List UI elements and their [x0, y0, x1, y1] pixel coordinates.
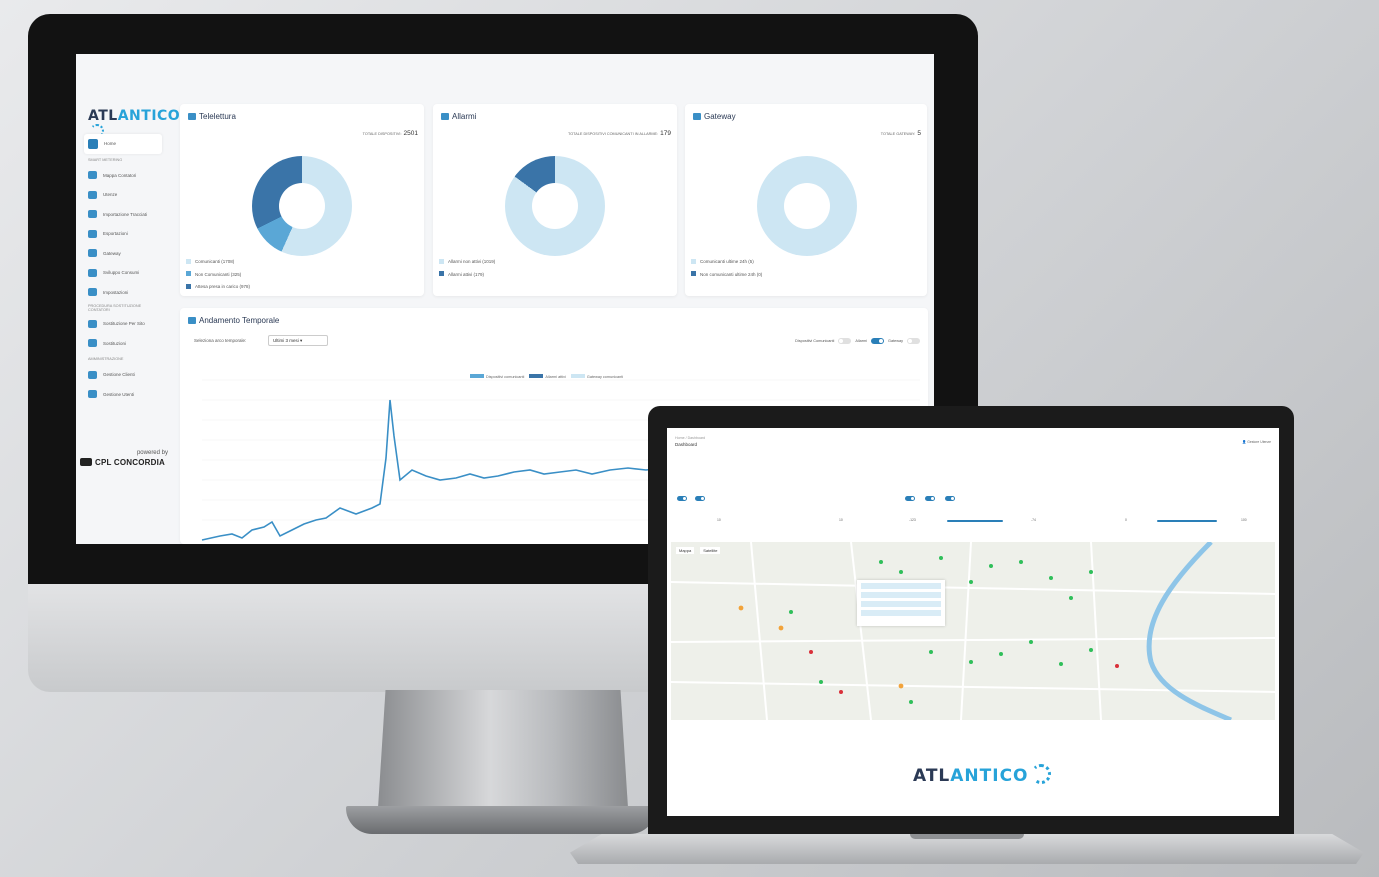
series-line: [201, 399, 681, 541]
map-canvas: [671, 542, 1275, 720]
legend: Allarmi non attivi (1019) Allarmi attivi…: [439, 256, 495, 281]
map-filters: 10 10 -123 -74 0 100: [675, 496, 1271, 526]
legend: Comunicanti (1708) Non Comunicanti (325)…: [186, 256, 250, 294]
user-menu[interactable]: 👤 Gestore Utenze: [1242, 440, 1271, 444]
toggle-group-right: [905, 496, 955, 501]
sidebar-item-esportazioni[interactable]: Esportazioni: [84, 224, 162, 244]
sidebar-nav: Home SMART METERING Mappa Contatori Uten…: [84, 134, 162, 404]
card-gateway: Gateway TOTALE GATEWAY: 5 Comunicanti ult…: [685, 104, 927, 296]
page-title: Dashboard: [675, 442, 698, 447]
gateway-icon: [88, 249, 97, 258]
sidebar-item-sviluppo-consumi[interactable]: Sviluppo Consumi: [84, 263, 162, 283]
card-title: Allarmi: [441, 112, 476, 121]
gear-icon: [88, 288, 97, 297]
card-title: Gateway: [693, 112, 736, 121]
legend-item[interactable]: Non comunicanti ultime 24h (0): [691, 269, 762, 282]
breadcrumb[interactable]: Home / Dashboard: [675, 436, 705, 440]
list-icon: [88, 339, 97, 348]
sidebar-item-gestione-utenti[interactable]: Gestione Utenti: [84, 385, 162, 405]
home-icon: [88, 138, 98, 149]
map-view[interactable]: Mappa Satellite: [671, 542, 1275, 720]
nav-section-smart-metering: SMART METERING: [88, 157, 123, 162]
sidebar: ATLANTICO Home SMART METERING Mappa Cont…: [76, 54, 180, 544]
range-slider[interactable]: [1157, 520, 1217, 522]
bell-icon: [441, 113, 449, 120]
map-info-popup: [857, 580, 945, 626]
replace-icon: [88, 319, 97, 328]
legend-item[interactable]: Allarmi attivi (179): [439, 269, 495, 282]
toggle-switch[interactable]: [944, 496, 955, 501]
range-max: -74: [1031, 518, 1036, 522]
range-slider[interactable]: [947, 520, 1003, 522]
sidebar-item-impostazioni[interactable]: Impostazioni: [84, 283, 162, 303]
legend-item[interactable]: Non Comunicanti (325): [186, 269, 250, 282]
toggle-switch[interactable]: [694, 496, 705, 501]
router-icon: [693, 113, 701, 120]
laptop-base: [570, 834, 1364, 864]
range-min: -123: [909, 518, 916, 522]
sidebar-item-importazione[interactable]: Importazione Tracciati: [84, 205, 162, 225]
map-type-tabs: Mappa Satellite: [676, 547, 721, 554]
powered-by: powered by: [136, 450, 168, 456]
sidebar-item-sostituzione-per-sito[interactable]: Sostituzione Per Sito: [84, 314, 162, 334]
import-icon: [88, 210, 97, 219]
map-pin-icon: [88, 171, 97, 180]
donut-chart-allarmi: [505, 156, 605, 256]
toggle-switch[interactable]: [924, 496, 935, 501]
card-title: Telelettura: [188, 112, 236, 121]
range-min: 10: [717, 518, 721, 522]
users-icon: [88, 190, 97, 199]
atlantico-logo-large: ATLANTICO: [913, 764, 1051, 786]
bar-chart-icon: [188, 113, 196, 120]
toggle-switch[interactable]: [677, 496, 687, 501]
toggle-switch[interactable]: [905, 496, 915, 501]
tab-satellite[interactable]: Satellite: [700, 547, 721, 554]
sidebar-item-home[interactable]: Home: [84, 134, 162, 154]
tab-mappa[interactable]: Mappa: [676, 547, 695, 554]
legend: Comunicanti ultime 24h (5) Non comunican…: [691, 256, 762, 281]
toggle-group-left: [677, 496, 705, 501]
sidebar-item-utenze[interactable]: Utenze: [84, 185, 162, 205]
laptop-dashboard: Home / Dashboard Dashboard 👤 Gestore Ute…: [667, 428, 1279, 816]
card-total: TOTALE DISPOSITIVI: 2501: [362, 130, 418, 137]
range-max: 10: [839, 518, 843, 522]
card-total: TOTALE DISPOSITIVI COMUNICANTI IN ALLARM…: [567, 130, 671, 137]
chart-icon: [88, 268, 97, 277]
sidebar-item-mappa-contatori[interactable]: Mappa Contatori: [84, 166, 162, 186]
sidebar-item-sostituzioni[interactable]: Sostituzioni: [84, 334, 162, 354]
imac-foot: [346, 806, 656, 834]
sidebar-item-gestione-clienti[interactable]: Gestione Clienti: [84, 365, 162, 385]
building-icon: [88, 370, 97, 379]
nav-section-sostituzione: PROCEDURA SOSTITUZIONE CONTATORI: [88, 304, 142, 312]
user-icon: [88, 390, 97, 399]
imac-stand: [378, 690, 628, 808]
sidebar-item-gateway[interactable]: Gateway: [84, 244, 162, 264]
card-allarmi: Allarmi TOTALE DISPOSITIVI COMUNICANTI I…: [433, 104, 677, 296]
cpl-mark-icon: [80, 458, 92, 466]
card-total: TOTALE GATEWAY: 5: [880, 130, 921, 137]
range-max: 100: [1241, 518, 1247, 522]
donut-chart-telelettura: [252, 156, 352, 256]
legend-item[interactable]: Comunicanti (1708): [186, 256, 250, 269]
legend-item[interactable]: Attesa presa in carico (978): [186, 281, 250, 294]
card-telelettura: Telelettura TOTALE DISPOSITIVI: 2501 Comu…: [180, 104, 424, 296]
legend-item[interactable]: Comunicanti ultime 24h (5): [691, 256, 762, 269]
export-icon: [88, 229, 97, 238]
cpl-concordia-logo: CPL CONCORDIA: [80, 458, 165, 467]
nav-section-amministrazione: AMMINISTRAZIONE: [88, 357, 124, 361]
donut-chart-gateway: [757, 156, 857, 256]
legend-item[interactable]: Allarmi non attivi (1019): [439, 256, 495, 269]
range-min: 0: [1125, 518, 1127, 522]
